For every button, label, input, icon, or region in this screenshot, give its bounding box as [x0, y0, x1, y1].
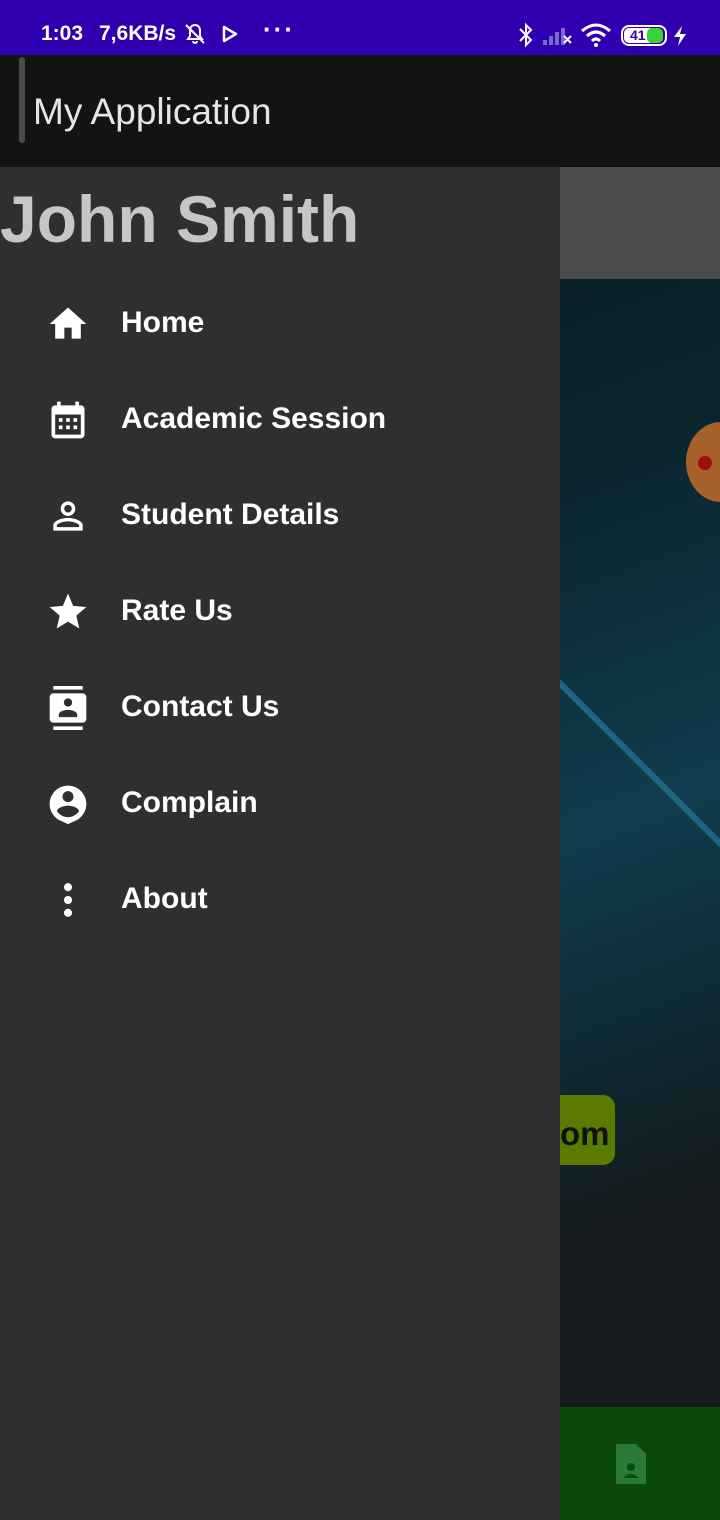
bluetooth-icon [519, 22, 533, 48]
play-icon [222, 25, 238, 43]
account-circle-icon [49, 785, 87, 825]
logo-badge [686, 422, 720, 502]
navigation-drawer: John Smith Home Academic Session Student… [0, 167, 560, 1520]
pill-text: om [560, 1115, 610, 1152]
status-bar: 1:03 7,6KB/s ··· 41 [0, 0, 720, 55]
drawer-item-about[interactable]: About [0, 852, 560, 948]
drawer-item-label: Rate Us [121, 594, 233, 627]
app-title: My Application [33, 91, 272, 132]
app-bar: My Application [0, 55, 720, 167]
contacts-icon [49, 686, 87, 730]
status-network-speed: 7,6KB/s [99, 22, 177, 45]
drawer-item-label: Contact Us [121, 690, 280, 723]
drawer-item-home[interactable]: Home [0, 276, 560, 372]
charging-icon [674, 26, 686, 46]
signal-icon [543, 28, 572, 45]
drawer-menu: Home Academic Session Student Details Ra… [0, 276, 560, 948]
hero-stripe [535, 659, 720, 961]
drawer-item-label: Complain [121, 786, 258, 819]
bell-muted-icon [185, 23, 205, 44]
drawer-item-academic-session[interactable]: Academic Session [0, 372, 560, 468]
star-icon [49, 593, 87, 629]
drawer-item-label: Academic Session [121, 402, 387, 435]
drag-handle[interactable] [19, 57, 25, 143]
drawer-user-name: John Smith [0, 182, 360, 256]
wifi-icon [581, 23, 611, 47]
drawer-item-rate-us[interactable]: Rate Us [0, 564, 560, 660]
person-icon [53, 501, 83, 531]
more-dots-icon: ··· [263, 14, 295, 44]
home-icon [49, 307, 87, 339]
drawer-item-complain[interactable]: Complain [0, 756, 560, 852]
drawer-item-label: About [121, 882, 208, 915]
drawer-item-label: Home [121, 306, 205, 339]
drawer-item-student-details[interactable]: Student Details [0, 468, 560, 564]
document-person-icon[interactable] [613, 1443, 647, 1485]
drawer-item-contact-us[interactable]: Contact Us [0, 660, 560, 756]
battery-level: 41 [630, 27, 646, 43]
battery-icon: 41 [621, 25, 667, 46]
drawer-item-label: Student Details [121, 498, 340, 531]
status-time: 1:03 [41, 22, 84, 45]
more-vert-icon [63, 883, 73, 917]
calendar-icon [51, 401, 85, 439]
